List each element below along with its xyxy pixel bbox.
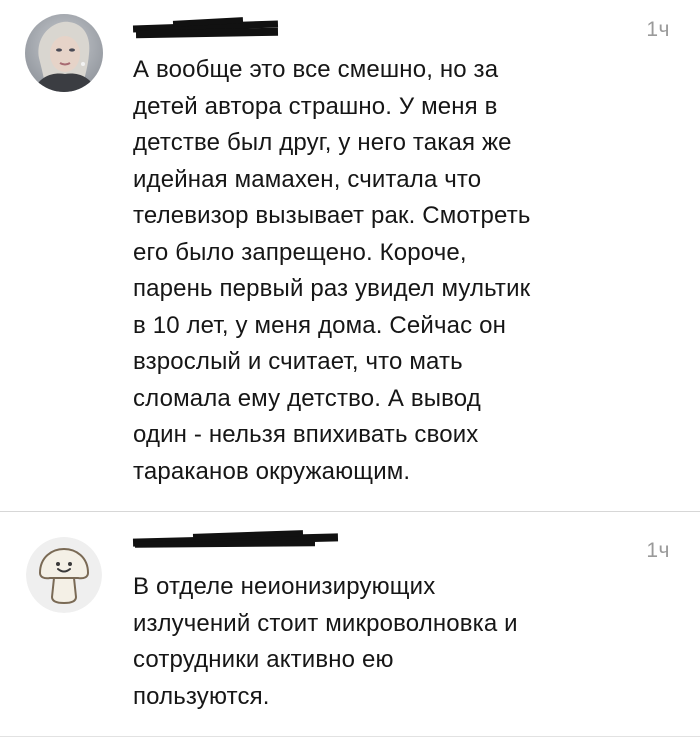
comment-text-line: пользуются. [133,682,270,710]
comment-text-line: тараканов окружающим. [133,457,411,485]
comment-time: 1ч [646,539,670,562]
comment: 1ч А вообще это все смешно, но за детей … [0,0,700,512]
comment-text-line: сотрудники активно ею [133,646,394,673]
redaction-mark [134,540,316,548]
comment-text-line: в 10 лет, у меня дома. Сейчас он [133,311,506,339]
comment-text-line: детей автора страшно. У меня в [133,92,498,120]
comment-text-line: взрослый и считает, что мать [133,348,463,375]
comment-text: В отделе неионизирующих излучений стоит … [133,569,653,715]
user-avatar[interactable] [25,14,103,92]
comment-divider [0,511,700,512]
comment-text-line: телевизор вызывает рак. Смотреть [133,202,531,229]
author-name[interactable] [132,12,293,39]
redaction-mark [135,27,279,39]
comment-text-line: его было запрещено. Короче, [133,238,467,266]
comment-text-line: идейная мамахен, считала что [133,165,482,193]
comment-text-line: А вообще это все смешно, но за [133,56,499,83]
comment-feed: 1ч А вообще это все смешно, но за детей … [0,0,700,738]
mushroom-avatar-icon [26,537,102,613]
user-avatar[interactable] [26,537,102,613]
comment-time: 1ч [646,18,670,41]
comment-text-line: сломала ему детство. А вывод [133,384,481,412]
comment-text-line: В отделе неионизирующих [133,573,436,600]
author-name[interactable] [132,527,353,553]
comment-text-line: излучений стоит микроволновка и [133,609,518,637]
comment-text: А вообще это все смешно, но за детей авт… [133,52,653,490]
comment: 1ч В отделе неионизирующих излучений сто… [0,513,700,738]
comment-text-line: детстве был друг, у него такая же [133,129,512,156]
comment-text-line: один - нельзя впихивать своих [133,421,479,448]
user-photo-avatar-icon [25,14,103,92]
comment-text-line: парень первый раз увидел мультик [133,275,531,302]
comment-divider [0,736,700,737]
